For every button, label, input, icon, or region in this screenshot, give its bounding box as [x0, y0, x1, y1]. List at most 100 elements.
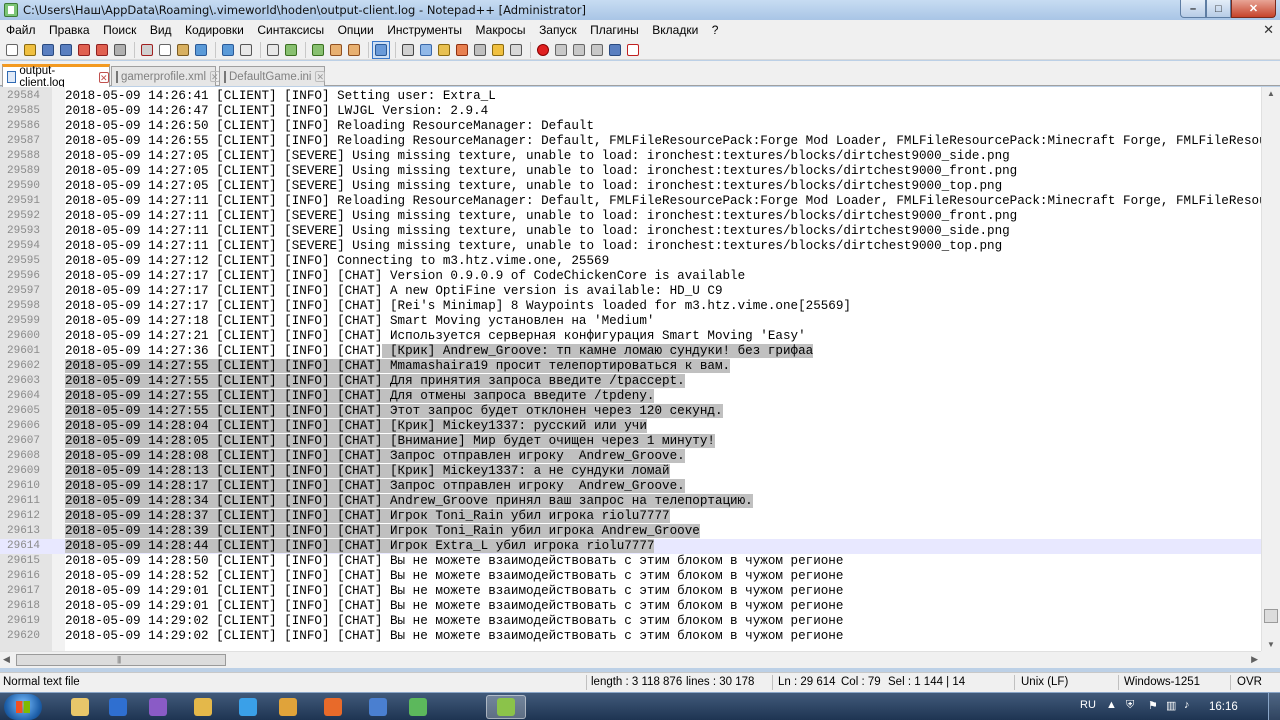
taskbar-folder-button[interactable]: [183, 695, 223, 719]
scroll-left-icon[interactable]: ◀: [3, 654, 10, 665]
tab-close-icon[interactable]: ✕: [98, 71, 109, 83]
editor-line[interactable]: 29595 2018-05-09 14:27:12 [CLIENT] [INFO]…: [0, 254, 1261, 269]
editor-line[interactable]: 29602 2018-05-09 14:27:55 [CLIENT] [INFO]…: [0, 359, 1261, 374]
taskbar-firefox-button[interactable]: [313, 695, 353, 719]
close-all-icon[interactable]: [94, 42, 110, 58]
monitor-icon[interactable]: [508, 42, 524, 58]
editor-line[interactable]: 29590 2018-05-09 14:27:05 [CLIENT] [SEVER…: [0, 179, 1261, 194]
stop-macro-icon[interactable]: [553, 42, 569, 58]
copy-icon[interactable]: [157, 42, 173, 58]
sync-v-icon[interactable]: [328, 42, 344, 58]
close-icon[interactable]: [76, 42, 92, 58]
replace-icon[interactable]: [265, 42, 281, 58]
taskbar-notepadpp-button[interactable]: [486, 695, 526, 719]
scroll-right-icon[interactable]: ▶: [1251, 654, 1258, 665]
editor-line[interactable]: 29618 2018-05-09 14:29:01 [CLIENT] [INFO]…: [0, 599, 1261, 614]
editor-line[interactable]: 29591 2018-05-09 14:27:11 [CLIENT] [INFO]…: [0, 194, 1261, 209]
editor-line[interactable]: 29598 2018-05-09 14:27:17 [CLIENT] [INFO]…: [0, 299, 1261, 314]
menu-window[interactable]: Вкладки: [652, 23, 698, 37]
editor-line[interactable]: 29596 2018-05-09 14:27:17 [CLIENT] [INFO]…: [0, 269, 1261, 284]
save-all-icon[interactable]: [58, 42, 74, 58]
editor-line[interactable]: 29617 2018-05-09 14:29:01 [CLIENT] [INFO]…: [0, 584, 1261, 599]
vertical-scrollbar[interactable]: ▲ ▼: [1261, 87, 1280, 651]
taskbar-explorer-button[interactable]: [60, 695, 100, 719]
editor-line[interactable]: 29588 2018-05-09 14:27:05 [CLIENT] [SEVER…: [0, 149, 1261, 164]
scroll-up-icon[interactable]: ▲: [1267, 89, 1275, 98]
cut-icon[interactable]: [139, 42, 155, 58]
editor-line[interactable]: 29609 2018-05-09 14:28:13 [CLIENT] [INFO]…: [0, 464, 1261, 479]
menu-view[interactable]: Вид: [150, 23, 172, 37]
editor-line[interactable]: 29608 2018-05-09 14:28:08 [CLIENT] [INFO]…: [0, 449, 1261, 464]
editor-line[interactable]: 29612 2018-05-09 14:28:37 [CLIENT] [INFO]…: [0, 509, 1261, 524]
editor-line[interactable]: 29606 2018-05-09 14:28:04 [CLIENT] [INFO]…: [0, 419, 1261, 434]
tray-chevron-icon[interactable]: ▲: [1106, 699, 1117, 711]
find-icon[interactable]: [238, 42, 254, 58]
menu-macro[interactable]: Макросы: [476, 23, 526, 37]
menu-language[interactable]: Синтаксисы: [257, 23, 324, 37]
editor-line[interactable]: 29601 2018-05-09 14:27:36 [CLIENT] [INFO]…: [0, 344, 1261, 359]
vertical-scroll-thumb[interactable]: [1264, 609, 1278, 623]
editor-line[interactable]: 29610 2018-05-09 14:28:17 [CLIENT] [INFO]…: [0, 479, 1261, 494]
editor-line[interactable]: 29614 2018-05-09 14:28:44 [CLIENT] [INFO]…: [0, 539, 1261, 554]
save-macro-icon[interactable]: [607, 42, 623, 58]
tab-close-icon[interactable]: ✕: [315, 71, 326, 82]
editor-line[interactable]: 29599 2018-05-09 14:27:18 [CLIENT] [INFO]…: [0, 314, 1261, 329]
tray-shield-icon[interactable]: ⛨: [1126, 699, 1134, 712]
function-list-icon[interactable]: [472, 42, 488, 58]
undo-icon[interactable]: [193, 42, 209, 58]
taskbar-save-app-button[interactable]: [358, 695, 398, 719]
save-icon[interactable]: [40, 42, 56, 58]
editor-line[interactable]: 29597 2018-05-09 14:27:17 [CLIENT] [INFO]…: [0, 284, 1261, 299]
taskbar-visual-studio-button[interactable]: [138, 695, 178, 719]
taskbar-ie-button[interactable]: [228, 695, 268, 719]
editor-line[interactable]: 29619 2018-05-09 14:29:02 [CLIENT] [INFO]…: [0, 614, 1261, 629]
start-button[interactable]: [4, 694, 42, 720]
menu-run[interactable]: Запуск: [539, 23, 577, 37]
status-insert-mode[interactable]: OVR: [1237, 676, 1262, 688]
redo-icon[interactable]: [220, 42, 236, 58]
minimize-button[interactable]: –: [1180, 0, 1206, 18]
taskbar-utorrent-button[interactable]: [398, 695, 438, 719]
editor-line[interactable]: 29586 2018-05-09 14:26:50 [CLIENT] [INFO]…: [0, 119, 1261, 134]
editor-line[interactable]: 29613 2018-05-09 14:28:39 [CLIENT] [INFO]…: [0, 524, 1261, 539]
editor-line[interactable]: 29604 2018-05-09 14:27:55 [CLIENT] [INFO]…: [0, 389, 1261, 404]
close-doc-icon[interactable]: ✕: [1263, 22, 1274, 38]
run-macro-icon[interactable]: [589, 42, 605, 58]
editor-line[interactable]: 29587 2018-05-09 14:26:55 [CLIENT] [INFO]…: [0, 134, 1261, 149]
horizontal-scrollbar[interactable]: ◀ ||| ▶: [0, 651, 1261, 668]
language-indicator[interactable]: RU: [1080, 699, 1096, 711]
menu-search[interactable]: Поиск: [103, 23, 136, 37]
menu-settings[interactable]: Опции: [338, 23, 374, 37]
taskbar-clock[interactable]: 16:16: [1209, 701, 1238, 713]
editor-line[interactable]: 29616 2018-05-09 14:28:52 [CLIENT] [INFO]…: [0, 569, 1261, 584]
menu-help[interactable]: ?: [712, 23, 719, 37]
editor-line[interactable]: 29615 2018-05-09 14:28:50 [CLIENT] [INFO]…: [0, 554, 1261, 569]
play-macro-icon[interactable]: [571, 42, 587, 58]
taskbar-chrome-button[interactable]: [268, 695, 308, 719]
status-encoding[interactable]: Windows-1251: [1124, 676, 1200, 688]
menu-edit[interactable]: Правка: [49, 23, 90, 37]
tray-flag-icon[interactable]: ⚑: [1148, 699, 1158, 712]
menu-encoding[interactable]: Кодировки: [185, 23, 244, 37]
horizontal-scroll-thumb[interactable]: |||: [16, 654, 226, 666]
indent-guide-icon[interactable]: [418, 42, 434, 58]
tab-defaultgame-ini[interactable]: DefaultGame.ini ✕: [219, 66, 326, 86]
editor-line[interactable]: 29589 2018-05-09 14:27:05 [CLIENT] [SEVER…: [0, 164, 1261, 179]
editor-line[interactable]: 29584 2018-05-09 14:26:41 [CLIENT] [INFO]…: [0, 89, 1261, 104]
zoom-in-icon[interactable]: [283, 42, 299, 58]
editor-line[interactable]: 29605 2018-05-09 14:27:55 [CLIENT] [INFO]…: [0, 404, 1261, 419]
print-icon[interactable]: [112, 42, 128, 58]
sync-h-icon[interactable]: [346, 42, 362, 58]
notepadpp-app-icon[interactable]: [4, 3, 18, 17]
record-macro-icon[interactable]: [535, 42, 551, 58]
show-desktop-button[interactable]: [1268, 693, 1280, 720]
editor-line[interactable]: 29594 2018-05-09 14:27:11 [CLIENT] [SEVER…: [0, 239, 1261, 254]
zoom-out-icon[interactable]: [310, 42, 326, 58]
all-chars-icon[interactable]: [400, 42, 416, 58]
menu-plugins[interactable]: Плагины: [590, 23, 639, 37]
open-file-icon[interactable]: [22, 42, 38, 58]
scroll-down-icon[interactable]: ▼: [1267, 640, 1275, 649]
editor-line[interactable]: 29620 2018-05-09 14:29:02 [CLIENT] [INFO]…: [0, 629, 1261, 644]
taskbar-app-button[interactable]: [98, 695, 138, 719]
paste-icon[interactable]: [175, 42, 191, 58]
